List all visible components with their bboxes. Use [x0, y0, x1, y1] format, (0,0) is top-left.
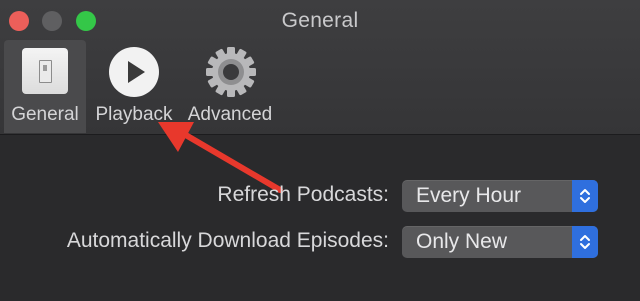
- gear-icon: [206, 47, 256, 97]
- auto-download-stepper[interactable]: [572, 226, 598, 258]
- chevron-up-down-icon: [580, 189, 590, 203]
- tab-general-label: General: [11, 104, 79, 125]
- general-switch-icon: [22, 48, 68, 94]
- window-title: General: [281, 9, 359, 32]
- tab-general[interactable]: General: [4, 40, 86, 133]
- auto-download-select[interactable]: Only New: [402, 226, 598, 258]
- refresh-podcasts-stepper[interactable]: [572, 180, 598, 212]
- chevron-up-down-icon: [580, 235, 590, 249]
- refresh-podcasts-label: Refresh Podcasts:: [217, 183, 389, 206]
- auto-download-value: Only New: [416, 230, 508, 253]
- toolbar: General General Playback Advanced: [0, 0, 640, 135]
- auto-download-label: Automatically Download Episodes:: [66, 229, 389, 252]
- refresh-podcasts-select[interactable]: Every Hour: [402, 180, 598, 212]
- play-icon: [109, 47, 159, 97]
- preferences-window: General General Playback Advanced Refres…: [0, 0, 640, 301]
- refresh-podcasts-value: Every Hour: [416, 184, 522, 207]
